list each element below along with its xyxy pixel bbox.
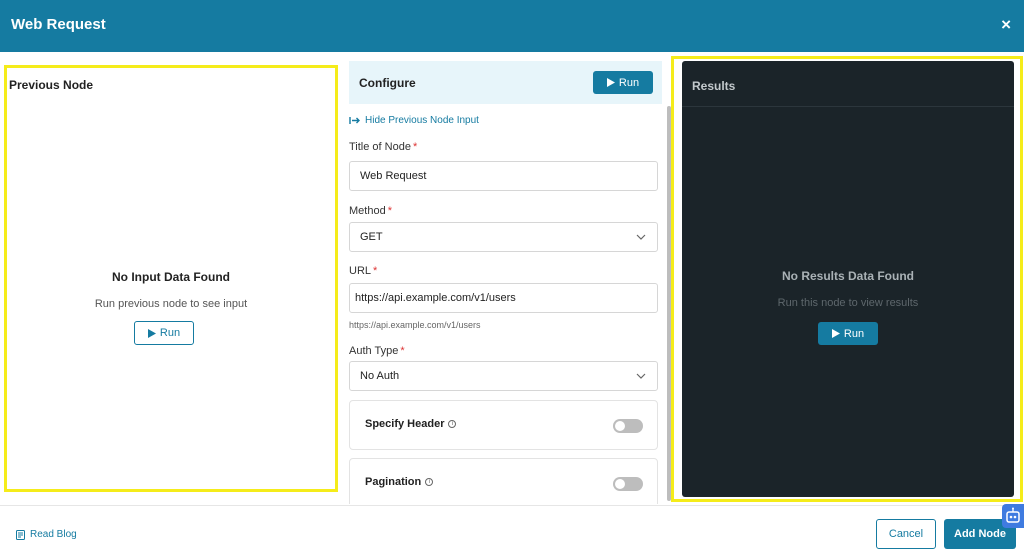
pagination-toggle[interactable] [613, 477, 643, 491]
collapse-arrow-icon [349, 117, 360, 124]
title-of-node-label: Title of Node * [349, 141, 418, 153]
hide-link-label: Hide Previous Node Input [365, 115, 479, 126]
previous-node-panel: Previous Node No Input Data Found Run pr… [4, 65, 338, 492]
info-icon: i [425, 478, 434, 486]
pagination-label: Pagination i [365, 476, 434, 488]
method-value: GET [360, 231, 383, 243]
play-icon [147, 328, 156, 338]
results-title: Results [692, 79, 736, 93]
toggle-knob [615, 421, 625, 431]
hide-previous-node-input-link[interactable]: Hide Previous Node Input [349, 115, 479, 126]
results-divider [682, 106, 1014, 107]
configure-header: Configure Run [349, 61, 662, 104]
modal-footer: Read Blog Cancel Add Node [0, 505, 1024, 559]
document-icon [16, 529, 25, 540]
url-helper-text: https://api.example.com/v1/users [349, 320, 481, 330]
no-input-subtitle: Run previous node to see input [94, 298, 248, 310]
title-of-node-input[interactable]: Web Request [349, 161, 658, 191]
no-input-title: No Input Data Found [112, 270, 230, 284]
robot-icon [1006, 507, 1020, 523]
toggle-knob [615, 479, 625, 489]
no-results-subtitle: Run this node to view results [777, 297, 919, 309]
play-icon [606, 78, 615, 87]
auth-type-value: No Auth [360, 370, 400, 382]
url-value: https://api.example.com/v1/users [355, 292, 516, 304]
chatbot-widget[interactable] [1002, 504, 1024, 528]
run-label: Run [618, 76, 640, 89]
results-container: Results No Results Data Found Run this n… [682, 61, 1014, 497]
run-previous-node-button[interactable]: Run [134, 321, 194, 345]
run-label: Run [159, 327, 181, 339]
configure-panel: Configure Run Hide Previous Node Input T… [349, 61, 671, 504]
method-label: Method * [349, 205, 392, 217]
play-icon [831, 329, 840, 338]
results-panel: Results No Results Data Found Run this n… [671, 56, 1023, 502]
chevron-down-icon [636, 373, 646, 379]
modal-title: Web Request [11, 16, 106, 33]
cancel-button[interactable]: Cancel [876, 519, 936, 549]
pagination-card: Pagination i [349, 458, 658, 504]
read-blog-link[interactable]: Read Blog [16, 529, 77, 540]
run-node-button[interactable]: Run [593, 71, 653, 94]
run-label: Run [843, 327, 865, 340]
close-icon[interactable]: × [1001, 15, 1011, 35]
url-label: URL * [349, 265, 378, 277]
read-blog-label: Read Blog [30, 529, 77, 540]
run-results-button[interactable]: Run [818, 322, 878, 345]
previous-node-title: Previous Node [9, 78, 94, 92]
title-of-node-value: Web Request [360, 170, 427, 182]
chevron-down-icon [636, 234, 646, 240]
method-select[interactable]: GET [349, 222, 658, 252]
info-icon: i [448, 420, 457, 428]
specify-header-card: Specify Header i [349, 400, 658, 450]
auth-type-select[interactable]: No Auth [349, 361, 658, 391]
auth-type-label: Auth Type * [349, 345, 405, 357]
no-results-title: No Results Data Found [781, 269, 914, 283]
specify-header-label: Specify Header i [365, 418, 457, 430]
configure-title: Configure [359, 76, 416, 90]
specify-header-toggle[interactable] [613, 419, 643, 433]
modal-header: Web Request × [0, 0, 1024, 52]
url-input[interactable]: https://api.example.com/v1/users [349, 283, 658, 313]
